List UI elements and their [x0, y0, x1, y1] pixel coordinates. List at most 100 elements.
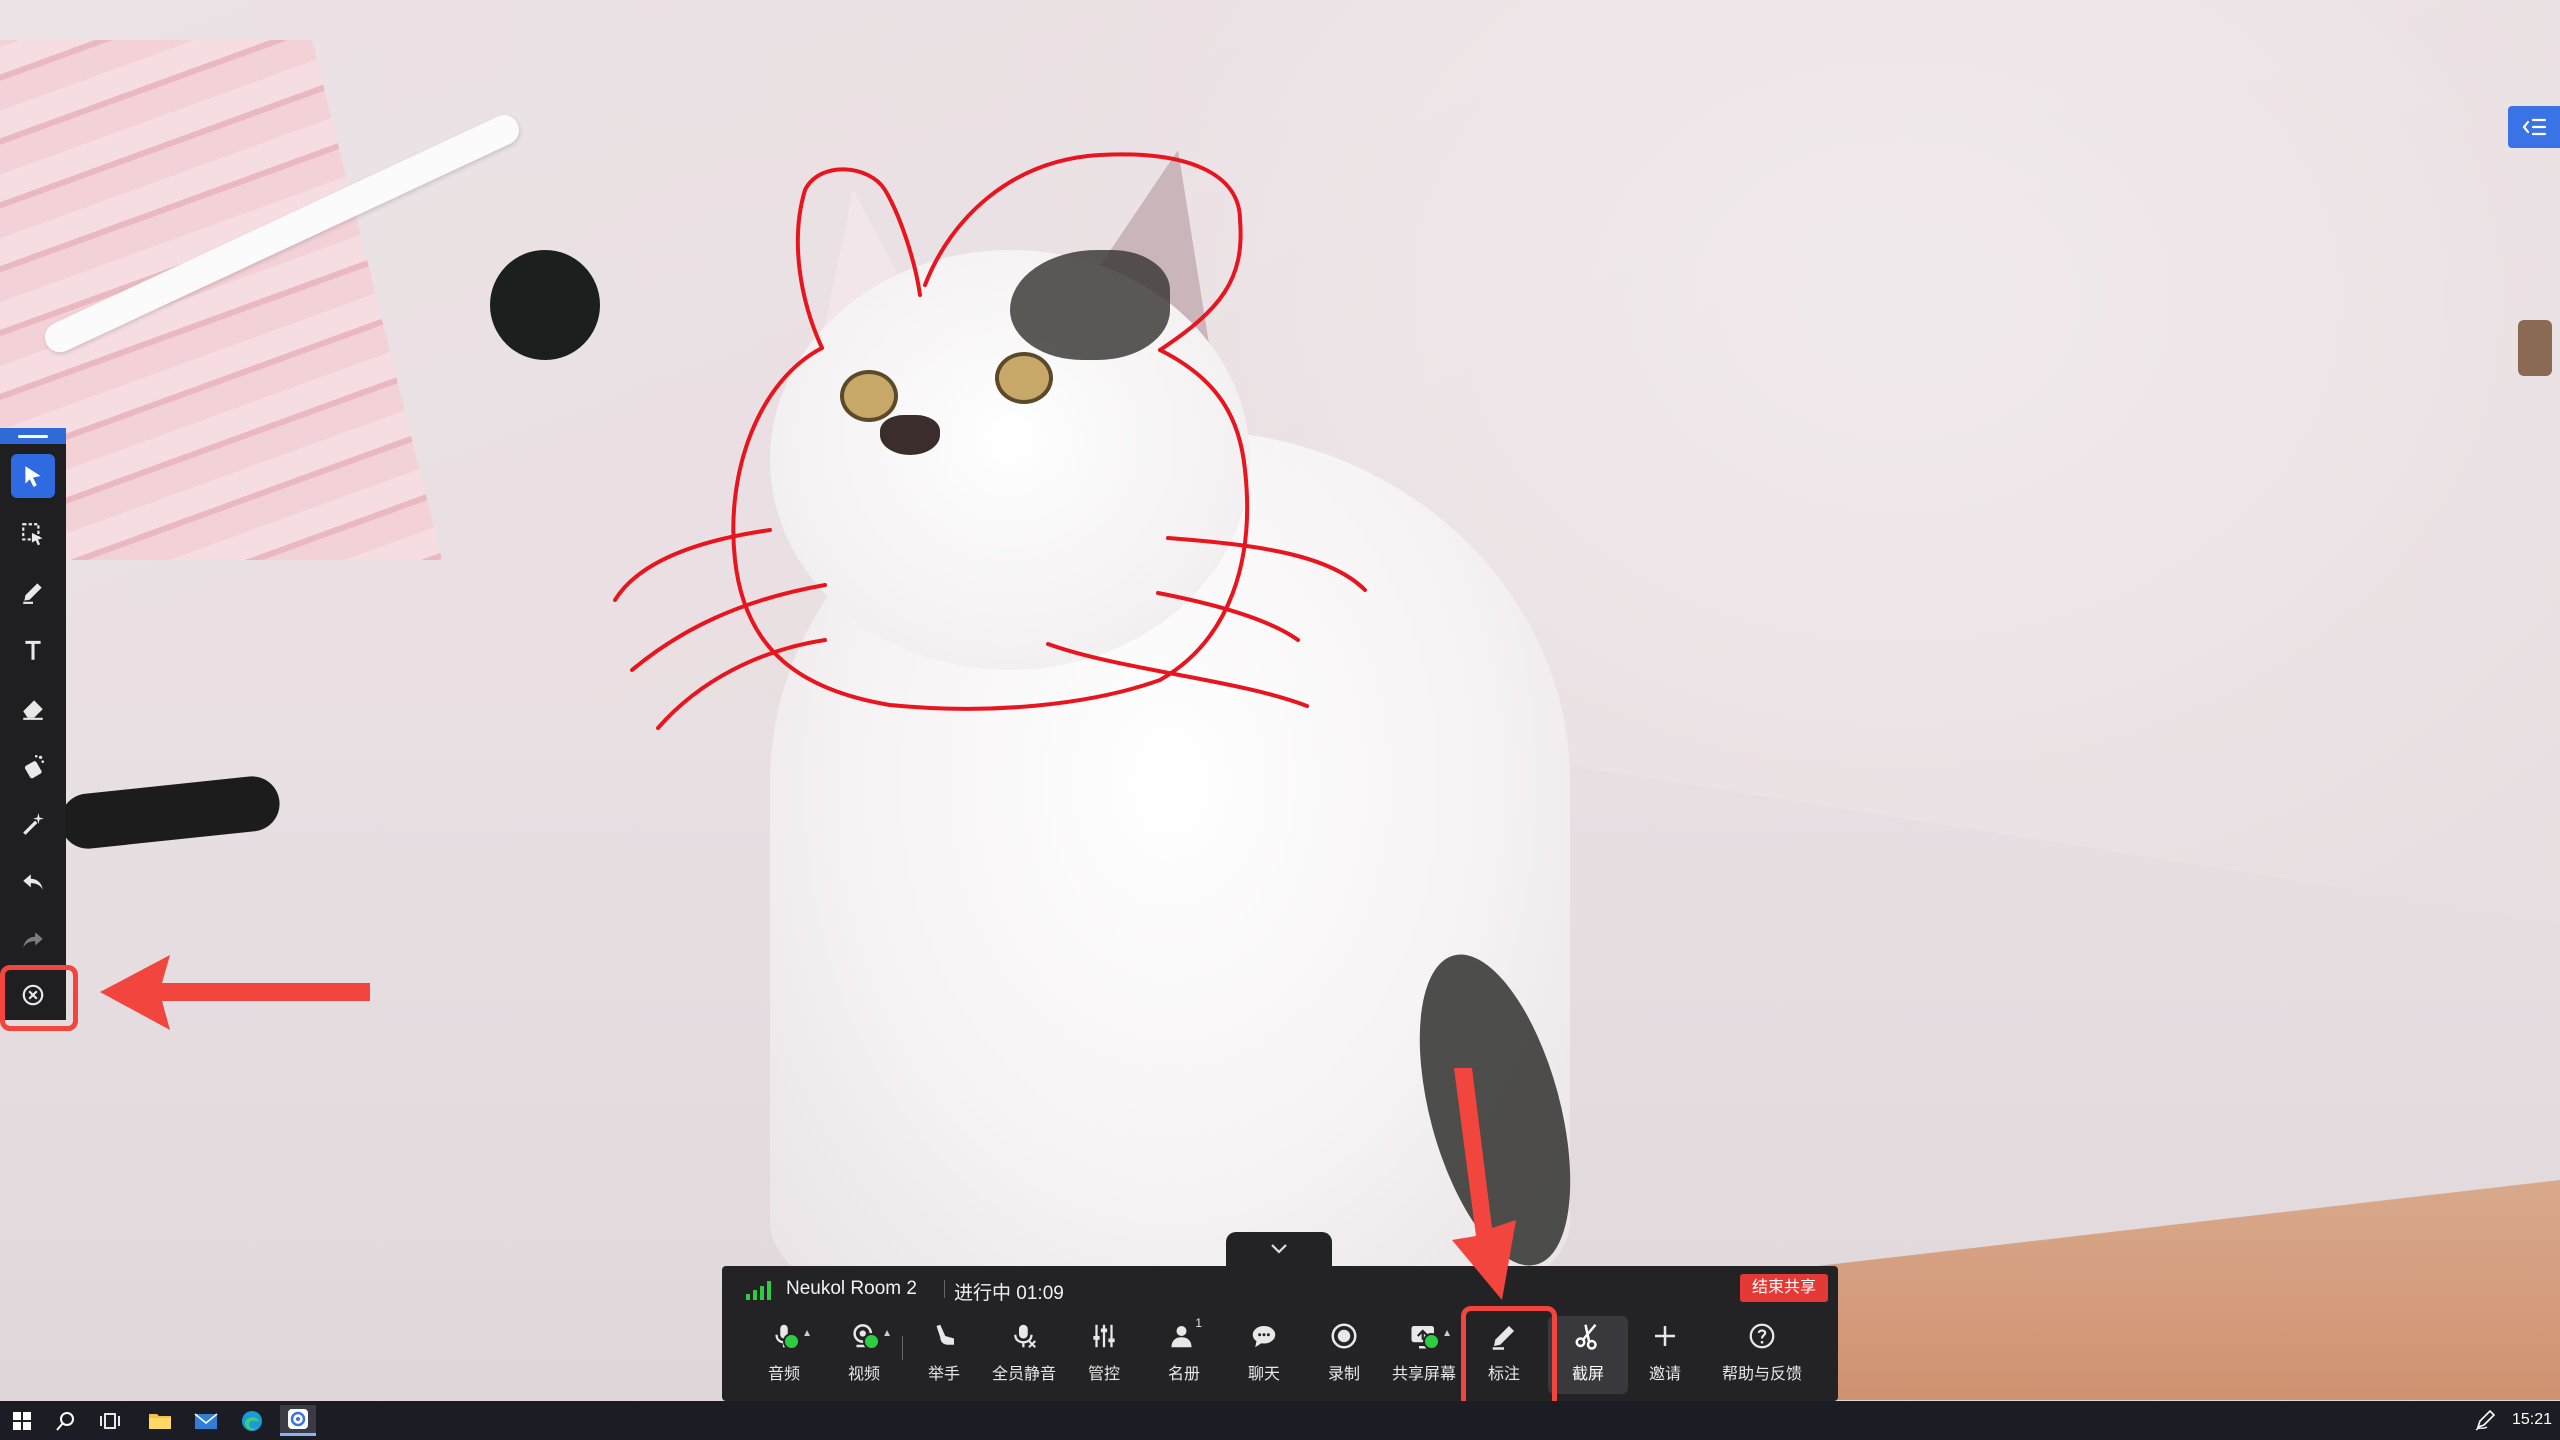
roster-button[interactable]: 1 名册: [1144, 1316, 1224, 1394]
invite-label: 邀请: [1648, 1366, 1681, 1383]
mail-icon: [194, 1412, 218, 1429]
manage-button[interactable]: 管控: [1064, 1316, 1144, 1394]
collapse-toolbar-button[interactable]: [1226, 1232, 1332, 1266]
ink-left-ear: [795, 167, 922, 350]
file-explorer-button[interactable]: [142, 1405, 178, 1436]
redo-button[interactable]: [11, 918, 55, 962]
status-ok-icon: [1423, 1333, 1440, 1350]
chat-label: 聊天: [1247, 1366, 1280, 1383]
status-ok-icon: [783, 1333, 800, 1350]
search-icon: [56, 1411, 74, 1431]
edge-icon: [242, 1410, 262, 1431]
ink-whisker-right-1: [1166, 536, 1367, 592]
undo-icon: [23, 874, 43, 890]
video-label: 视频: [847, 1366, 880, 1383]
raise-hand-button[interactable]: 举手: [904, 1316, 984, 1394]
caret-up-icon[interactable]: ▲: [882, 1328, 892, 1339]
audio-label: 音频: [767, 1366, 800, 1383]
toolbar-drag-handle[interactable]: [0, 428, 66, 444]
meeting-app-icon: [288, 1409, 308, 1429]
area-select-icon: [22, 523, 43, 546]
ink-whisker-left-1: [613, 528, 772, 602]
taskbar-clock[interactable]: 15:21: [2512, 1411, 2552, 1429]
raise-hand-icon: [936, 1324, 954, 1345]
select-tool-button[interactable]: [11, 454, 55, 498]
cursor-icon: [25, 466, 41, 487]
ink-whisker-left-2: [630, 583, 827, 672]
eraser-icon: [23, 700, 43, 720]
signal-strength-icon: [746, 1280, 771, 1300]
magic-tool-button[interactable]: [11, 802, 55, 846]
search-button[interactable]: [48, 1405, 84, 1436]
status-ok-icon: [863, 1333, 880, 1350]
meeting-status: 进行中 01:09: [954, 1283, 1064, 1304]
text-tool-button[interactable]: [11, 628, 55, 672]
share-screen-button[interactable]: ▲ 共享屏幕: [1384, 1316, 1464, 1394]
pen-workspace-button[interactable]: [2474, 1409, 2496, 1436]
highlight-annotate-button: [1461, 1306, 1557, 1414]
mute-all-label: 全员静音: [991, 1366, 1056, 1383]
roster-label: 名册: [1167, 1366, 1200, 1383]
annotation-toolbar: [0, 428, 66, 1020]
task-view-icon: [100, 1412, 120, 1429]
meeting-app-button[interactable]: [280, 1405, 316, 1436]
pen-workspace-icon: [2475, 1409, 2496, 1431]
mute-all-button[interactable]: 全员静音: [984, 1316, 1064, 1394]
record-icon: [1331, 1323, 1357, 1349]
room-name: Neukol Room 2: [786, 1278, 917, 1299]
share-screen-label: 共享屏幕: [1391, 1366, 1456, 1383]
record-label: 录制: [1327, 1366, 1360, 1383]
eraser-tool-button[interactable]: [11, 686, 55, 730]
taskbar: 15:21: [0, 1401, 2560, 1440]
meeting-info-row: Neukol Room 2 进行中 01:09 结束共享: [722, 1266, 1838, 1308]
audio-button[interactable]: ▲ 音频: [744, 1316, 824, 1394]
spray-icon: [24, 754, 45, 779]
spray-tool-button[interactable]: [11, 744, 55, 788]
meeting-control-bar: Neukol Room 2 进行中 01:09 结束共享 ▲ 音频 ▲ 视频 举…: [722, 1266, 1838, 1401]
annotation-drawing: [613, 152, 1367, 730]
plus-icon: [1655, 1326, 1675, 1346]
end-share-button[interactable]: 结束共享: [1739, 1274, 1828, 1302]
manage-label: 管控: [1087, 1366, 1120, 1383]
magic-wand-icon: [23, 813, 44, 835]
pen-tool-button[interactable]: [11, 570, 55, 614]
ink-whisker-left-3: [656, 638, 827, 730]
video-button[interactable]: ▲ 视频: [824, 1316, 904, 1394]
chevron-down-icon: [1271, 1244, 1287, 1254]
text-icon: [25, 640, 41, 660]
panel-list-icon: [2522, 118, 2547, 136]
divider: [902, 1336, 903, 1360]
chat-icon: [1252, 1326, 1276, 1348]
ink-face-outline: [731, 346, 1250, 711]
undo-button[interactable]: [11, 860, 55, 904]
mail-button[interactable]: [188, 1405, 224, 1436]
area-select-tool-button[interactable]: [11, 512, 55, 556]
redo-icon: [23, 932, 43, 948]
ink-whisker-right-3: [1046, 642, 1309, 708]
screenshot-button[interactable]: 截屏: [1548, 1316, 1628, 1394]
edge-browser-button[interactable]: [234, 1405, 270, 1436]
red-arrow-down-icon: [1452, 1068, 1516, 1300]
help-feedback-button[interactable]: 帮助与反馈: [1712, 1316, 1812, 1394]
caret-up-icon[interactable]: ▲: [1442, 1328, 1452, 1339]
invite-button[interactable]: 邀请: [1625, 1316, 1705, 1394]
participants-count: 1: [1195, 1316, 1202, 1330]
divider: [944, 1280, 945, 1298]
side-panel-toggle-button[interactable]: [2508, 106, 2560, 148]
record-button[interactable]: 录制: [1304, 1316, 1384, 1394]
red-arrow-left-icon: [100, 955, 370, 1030]
chat-button[interactable]: 聊天: [1224, 1316, 1304, 1394]
start-button[interactable]: [4, 1405, 40, 1436]
sliders-icon: [1093, 1324, 1115, 1348]
task-view-button[interactable]: [92, 1405, 128, 1436]
start-icon: [13, 1411, 31, 1430]
highlight-close-annotation: [0, 965, 78, 1031]
raise-hand-label: 举手: [927, 1366, 960, 1383]
screenshot-label: 截屏: [1571, 1366, 1604, 1383]
help-feedback-label: 帮助与反馈: [1721, 1366, 1802, 1383]
mute-all-icon: [1014, 1324, 1036, 1348]
scissors-icon: [1575, 1323, 1597, 1350]
ink-right-ear: [923, 152, 1243, 352]
caret-up-icon[interactable]: ▲: [802, 1328, 812, 1339]
help-icon: [1749, 1323, 1775, 1349]
